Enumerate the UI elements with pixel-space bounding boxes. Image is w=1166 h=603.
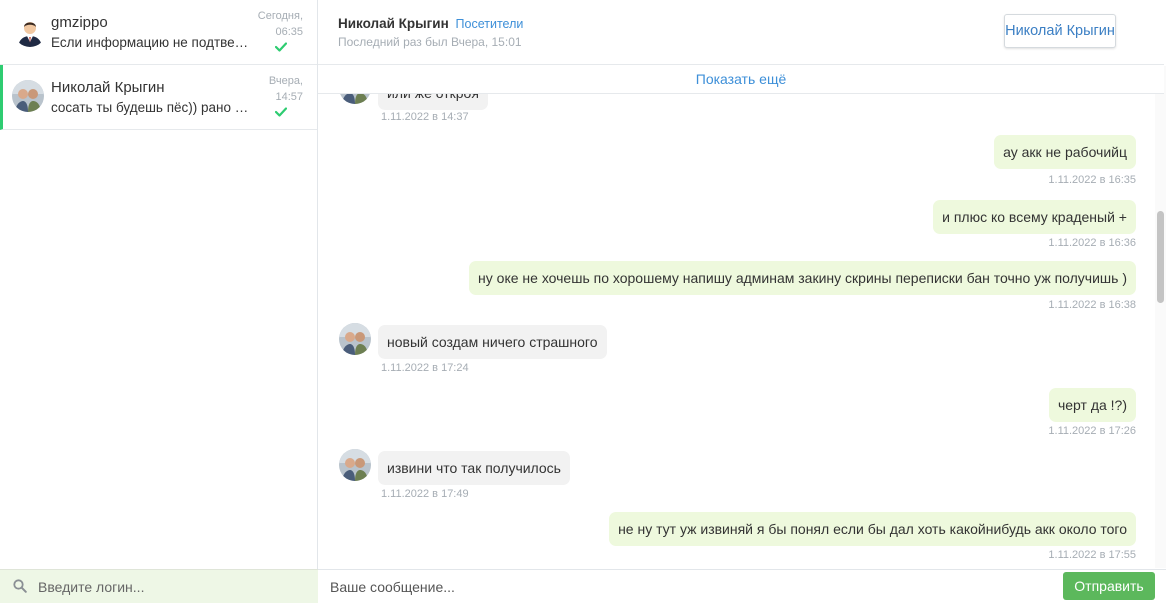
message-bubble: не ну тут уж извиняй я бы понял если бы …	[609, 512, 1136, 546]
message-bubble: ну оке не хочешь по хорошему напишу адми…	[469, 261, 1136, 295]
message-time: 1.11.2022 в 16:38	[1048, 299, 1136, 311]
message-avatar	[339, 449, 371, 481]
login-search-bar	[0, 569, 318, 603]
chat-app: gmzippo Если информацию не подтвердят Се…	[0, 0, 1166, 603]
avatar-nikolay	[12, 80, 44, 112]
message-bubble: черт да !?)	[1048, 388, 1136, 422]
message-composer: Отправить	[318, 569, 1166, 603]
dialog-time-clock: 14:57	[275, 91, 303, 103]
message-scrollbar[interactable]	[1155, 66, 1166, 568]
dialog-name: gmzippo	[51, 14, 108, 31]
message-time: 1.11.2022 в 16:35	[1048, 174, 1136, 186]
dialog-time: Вчера, 14:57	[255, 73, 303, 105]
message-input[interactable]	[330, 576, 1050, 598]
dialog-preview: Если информацию не подтвердят	[51, 35, 253, 50]
dialog-item-gmzippo[interactable]: gmzippo Если информацию не подтвердят Се…	[0, 0, 317, 65]
dialog-time-day: Сегодня,	[257, 10, 303, 22]
check-icon	[275, 42, 287, 52]
dialog-item-nikolay[interactable]: Николай Крыгин сосать ты будешь пёс)) ра…	[0, 65, 317, 130]
contact-name: Николай Крыгин	[338, 16, 449, 31]
login-search-input[interactable]	[38, 576, 308, 598]
contact-title: Николай Крыгин Посетители	[338, 16, 523, 31]
search-icon	[13, 579, 27, 593]
message-bubble: извини что так получилось	[378, 451, 570, 485]
dialog-preview: сосать ты будешь пёс)) рано или поздно	[51, 100, 253, 115]
message-bubble: или же откроя	[378, 94, 488, 110]
message-bubble: и плюс ко всему краденый +	[933, 200, 1136, 234]
contact-tag-link[interactable]: Посетители	[456, 17, 524, 31]
dialog-time-day: Вчера,	[268, 75, 303, 87]
message-time: 1.11.2022 в 14:37	[381, 111, 469, 123]
message-bubble: новый создам ничего страшного	[378, 325, 607, 359]
dialog-time: Сегодня, 06:35	[255, 8, 303, 40]
message-time: 1.11.2022 в 17:26	[1048, 425, 1136, 437]
dialog-name: Николай Крыгин	[51, 79, 165, 96]
dialogs-sidebar: gmzippo Если информацию не подтвердят Се…	[0, 0, 318, 603]
send-button[interactable]: Отправить	[1063, 572, 1155, 600]
chat-panel: Николай Крыгин Посетители Последний раз …	[318, 0, 1166, 603]
avatar-gmzippo	[14, 15, 46, 47]
message-time: 1.11.2022 в 17:55	[1048, 549, 1136, 561]
message-avatar	[339, 94, 371, 104]
message-time: 1.11.2022 в 17:24	[381, 362, 469, 374]
message-bubble: ау акк не рабочийц	[994, 135, 1136, 169]
contact-profile-button[interactable]: Николай Крыгин	[1004, 14, 1116, 48]
last-seen-status: Последний раз был Вчера, 15:01	[338, 35, 522, 49]
message-avatar	[339, 323, 371, 355]
scrollbar-thumb[interactable]	[1157, 211, 1164, 303]
message-time: 1.11.2022 в 17:49	[381, 488, 469, 500]
check-icon	[275, 107, 287, 117]
chat-header: Николай Крыгин Посетители Последний раз …	[318, 0, 1164, 65]
message-list: или же откроя 1.11.2022 в 14:37 ау акк н…	[318, 94, 1164, 568]
dialog-time-clock: 06:35	[275, 26, 303, 38]
show-more-link[interactable]: Показать ещё	[318, 65, 1164, 94]
message-time: 1.11.2022 в 16:36	[1048, 237, 1136, 249]
